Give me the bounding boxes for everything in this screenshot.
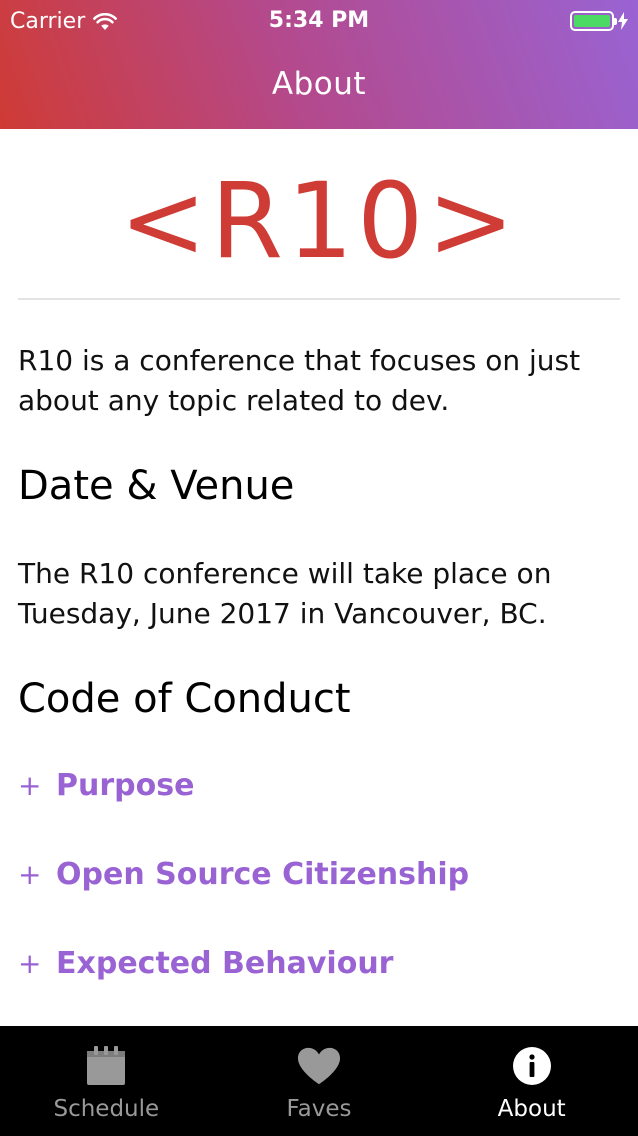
logo-divider — [18, 298, 620, 300]
app-header: Carrier 5:34 PM About — [0, 0, 638, 129]
coc-item-label: Open Source Citizenship — [56, 857, 470, 892]
coc-item-label: Expected Behaviour — [56, 946, 394, 981]
expand-plus-icon: + — [18, 947, 42, 980]
r10-logo: <R10> — [119, 160, 519, 282]
info-icon — [510, 1046, 554, 1086]
expand-plus-icon: + — [18, 858, 42, 891]
coc-item-purpose[interactable]: + Purpose — [18, 766, 194, 806]
expand-plus-icon: + — [18, 769, 42, 802]
battery-cap — [614, 18, 617, 25]
charging-bolt-icon — [618, 12, 628, 30]
page-title: About — [271, 66, 367, 102]
tab-label: Schedule — [53, 1096, 160, 1122]
date-venue-heading: Date & Venue — [18, 463, 295, 509]
heart-icon — [297, 1046, 341, 1086]
tab-label: About — [497, 1096, 566, 1122]
battery-icon — [570, 11, 617, 31]
tab-about[interactable]: About — [425, 1026, 638, 1136]
intro-text: R10 is a conference that focuses on just… — [18, 344, 581, 417]
tab-label: Faves — [286, 1096, 352, 1122]
coc-item-open-source-citizenship[interactable]: + Open Source Citizenship — [18, 855, 469, 895]
coc-item-expected-behaviour[interactable]: + Expected Behaviour — [18, 944, 393, 984]
tab-bar: Schedule Faves About — [0, 1026, 638, 1136]
status-time: 5:34 PM — [268, 8, 370, 33]
status-bar: Carrier 5:34 PM — [0, 0, 638, 44]
code-of-conduct-heading: Code of Conduct — [18, 676, 351, 722]
tab-schedule[interactable]: Schedule — [0, 1026, 213, 1136]
battery-level — [574, 15, 610, 27]
coc-item-label: Purpose — [56, 768, 195, 803]
calendar-icon — [84, 1046, 128, 1086]
tab-faves[interactable]: Faves — [213, 1026, 426, 1136]
battery-indicator — [570, 11, 628, 31]
about-content[interactable]: <R10> R10 is a conference that focuses o… — [0, 129, 638, 1026]
date-venue-text: The R10 conference will take place on Tu… — [18, 557, 552, 630]
